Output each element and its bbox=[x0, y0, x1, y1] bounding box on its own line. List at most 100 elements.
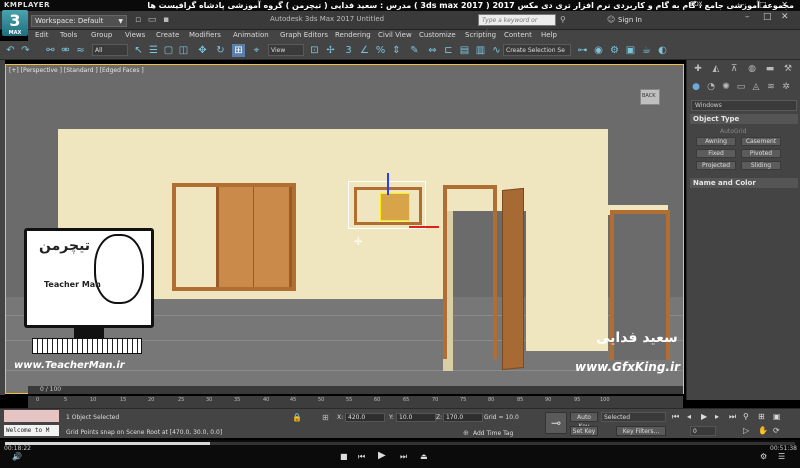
spinner-snap-icon[interactable]: ⇕ bbox=[390, 44, 403, 57]
projected-button[interactable]: Projected bbox=[696, 161, 736, 170]
modify-tab-icon[interactable]: ◭ bbox=[709, 64, 723, 76]
select-manipulate-icon[interactable]: ✢ bbox=[324, 44, 337, 57]
menu-tools[interactable]: Tools bbox=[60, 31, 77, 39]
named-selection-dropdown[interactable]: Create Selection Se bbox=[503, 44, 571, 56]
fov-icon[interactable]: ▷ bbox=[743, 426, 749, 435]
material-editor-icon[interactable]: ◉ bbox=[592, 44, 605, 57]
undo-icon[interactable]: ↶ bbox=[4, 44, 17, 57]
auto-key-button[interactable]: Auto Key bbox=[570, 412, 598, 430]
gizmo-x-axis[interactable] bbox=[409, 226, 439, 228]
select-move-icon[interactable]: ✥ bbox=[196, 44, 209, 57]
fixed-button[interactable]: Fixed bbox=[696, 149, 736, 158]
place-icon[interactable]: ⌖ bbox=[250, 44, 263, 57]
x-coordinate-field[interactable]: 420.0 bbox=[345, 413, 385, 422]
maxscript-mini-listener[interactable]: Welcome to M bbox=[4, 425, 59, 436]
y-coordinate-field[interactable]: 10.0 bbox=[396, 413, 436, 422]
set-key-icon[interactable]: ⊸ bbox=[545, 412, 567, 434]
z-coordinate-field[interactable]: 170.0 bbox=[443, 413, 483, 422]
go-to-end-icon[interactable]: ⏭ bbox=[729, 412, 736, 422]
utilities-tab-icon[interactable]: ⚒ bbox=[781, 64, 795, 76]
door-leaf[interactable] bbox=[502, 187, 524, 371]
transform-gizmo[interactable] bbox=[380, 193, 410, 221]
sign-in-link[interactable]: Sign In bbox=[618, 16, 642, 24]
systems-icon[interactable]: ✲ bbox=[779, 82, 793, 94]
menu-group[interactable]: Group bbox=[91, 31, 112, 39]
maximize-icon[interactable]: □ bbox=[763, 12, 772, 22]
time-slider[interactable]: 0 / 100 bbox=[28, 386, 683, 394]
schematic-view-icon[interactable]: ⊶ bbox=[576, 44, 589, 57]
next-frame-icon[interactable]: ▸ bbox=[715, 412, 719, 421]
volume-icon[interactable]: 🔊 bbox=[12, 452, 22, 461]
name-color-rollout[interactable]: Name and Color bbox=[690, 178, 798, 188]
add-time-tag[interactable]: Add Time Tag bbox=[473, 430, 513, 437]
awning-button[interactable]: Awning bbox=[696, 137, 736, 146]
menu-help[interactable]: Help bbox=[541, 31, 557, 39]
play-pause-icon[interactable]: ▶ bbox=[378, 450, 386, 461]
menu-edit[interactable]: Edit bbox=[35, 31, 49, 39]
menu-create[interactable]: Create bbox=[156, 31, 179, 39]
next-icon[interactable]: ⏭ bbox=[400, 452, 407, 462]
previous-frame-icon[interactable]: ◂ bbox=[687, 412, 691, 421]
menu-graph-editors[interactable]: Graph Editors bbox=[280, 31, 328, 39]
menu-customize[interactable]: Customize bbox=[419, 31, 456, 39]
search-input[interactable]: Type a keyword or phrase bbox=[478, 14, 556, 36]
new-file-icon[interactable]: ▫ bbox=[132, 14, 144, 26]
playback-progress[interactable] bbox=[5, 442, 795, 445]
link-icon[interactable]: ⚯ bbox=[44, 44, 57, 57]
select-scale-icon[interactable]: ⊞ bbox=[232, 44, 245, 57]
absolute-mode-icon[interactable]: ⊞ bbox=[322, 413, 329, 422]
pan-icon[interactable]: ✋ bbox=[758, 426, 768, 435]
menu-views[interactable]: Views bbox=[125, 31, 145, 39]
app-logo[interactable]: 3 MAX bbox=[2, 10, 28, 36]
rectangular-selection-icon[interactable]: ▢ bbox=[162, 44, 175, 57]
eject-icon[interactable]: ⏏ bbox=[420, 452, 428, 461]
layer-explorer-icon[interactable]: ▤ bbox=[458, 44, 471, 57]
pivoted-button[interactable]: Pivoted bbox=[741, 149, 781, 158]
zoom-all-icon[interactable]: ⊞ bbox=[758, 412, 765, 421]
cameras-icon[interactable]: ▭ bbox=[734, 82, 748, 94]
workspace-dropdown[interactable]: Workspace: Default ▼ bbox=[31, 15, 127, 27]
set-key-button[interactable]: Set Key bbox=[570, 426, 598, 436]
shapes-icon[interactable]: ◔ bbox=[704, 82, 718, 94]
binoculars-icon[interactable]: ⚲ bbox=[560, 15, 566, 24]
motion-tab-icon[interactable]: ◍ bbox=[745, 64, 759, 76]
key-filters-button[interactable]: Key Filters... bbox=[616, 426, 666, 436]
pivot-center-icon[interactable]: ⊡ bbox=[308, 44, 321, 57]
menu-rendering[interactable]: Rendering bbox=[335, 31, 371, 39]
key-filter-dropdown[interactable]: Selected bbox=[601, 412, 666, 422]
autogrid-checkbox[interactable]: AutoGrid bbox=[720, 128, 747, 135]
display-tab-icon[interactable]: ▬ bbox=[763, 64, 777, 76]
user-icon[interactable]: ☺ bbox=[607, 15, 615, 24]
maxscript-listener[interactable] bbox=[4, 410, 59, 422]
minimize-icon[interactable]: – bbox=[745, 12, 750, 22]
reference-coord-dropdown[interactable]: View bbox=[268, 44, 304, 56]
settings-icon[interactable]: ⚙ bbox=[760, 452, 767, 461]
object-category-dropdown[interactable]: Windows bbox=[691, 100, 797, 111]
viewcube[interactable]: BACK bbox=[634, 85, 664, 113]
select-by-name-icon[interactable]: ☰ bbox=[147, 44, 160, 57]
window-crossing-icon[interactable]: ◫ bbox=[177, 44, 190, 57]
geometry-icon[interactable]: ● bbox=[689, 82, 703, 94]
close-icon[interactable]: ✕ bbox=[781, 12, 789, 22]
stop-icon[interactable]: ■ bbox=[340, 452, 348, 461]
select-rotate-icon[interactable]: ↻ bbox=[214, 44, 227, 57]
add-time-tag-icon[interactable]: ⊕ bbox=[463, 429, 469, 437]
gizmo-z-axis[interactable] bbox=[387, 173, 389, 195]
edit-named-selection-icon[interactable]: ✎ bbox=[408, 44, 421, 57]
casement-button[interactable]: Casement bbox=[741, 137, 781, 146]
helpers-icon[interactable]: ◬ bbox=[749, 82, 763, 94]
unlink-icon[interactable]: ⚮ bbox=[59, 44, 72, 57]
hierarchy-tab-icon[interactable]: ⊼ bbox=[727, 64, 741, 76]
lights-icon[interactable]: ✺ bbox=[719, 82, 733, 94]
redo-icon[interactable]: ↷ bbox=[19, 44, 32, 57]
door-frame[interactable] bbox=[443, 185, 497, 359]
bind-spacewarp-icon[interactable]: ≈ bbox=[74, 44, 87, 57]
render-setup-icon[interactable]: ⚙ bbox=[608, 44, 621, 57]
render-iterative-icon[interactable]: ◐ bbox=[656, 44, 669, 57]
trackbar[interactable]: 0 5 10 15 20 25 30 35 40 45 50 55 60 65 … bbox=[28, 396, 683, 408]
lock-selection-icon[interactable]: 🔒 bbox=[292, 413, 302, 422]
open-file-icon[interactable]: ▭ bbox=[146, 14, 158, 26]
previous-icon[interactable]: ⏮ bbox=[358, 452, 365, 462]
object-type-rollout[interactable]: Object Type bbox=[690, 114, 798, 124]
save-icon[interactable]: ▪ bbox=[160, 14, 172, 26]
